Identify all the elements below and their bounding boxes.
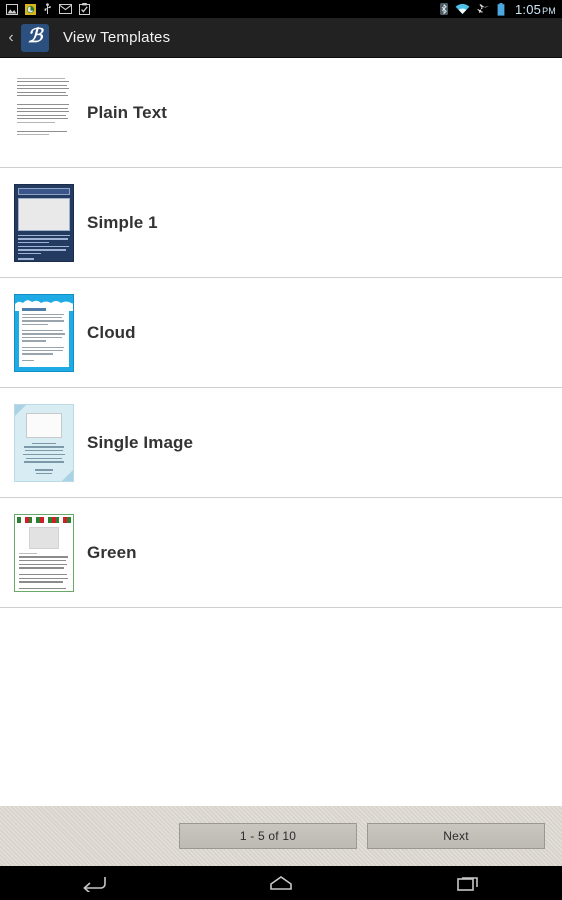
status-bar-clock: 1:05PM (515, 2, 556, 17)
next-page-button[interactable]: Next (367, 823, 545, 849)
app-logo-icon[interactable]: ℬ (21, 23, 49, 52)
pagination-footer: 1 - 5 of 10 Next (0, 806, 562, 866)
home-nav-icon (270, 876, 292, 890)
list-item[interactable]: Simple 1 (0, 168, 562, 278)
email-icon (59, 4, 72, 14)
clock-time: 1:05 (514, 1, 542, 17)
list-item-label: Single Image (87, 432, 194, 452)
cloud-thumbnail (14, 293, 74, 372)
color-stripe-band (17, 516, 72, 523)
list-item[interactable]: Green (0, 498, 562, 608)
wifi-icon (455, 3, 470, 14)
image-placeholder (26, 412, 62, 438)
airplane-mode-icon (477, 4, 490, 14)
list-item-label: Green (87, 542, 137, 562)
battery-icon (497, 2, 505, 16)
green-thumbnail (14, 513, 74, 592)
status-bar: 1:05PM (0, 0, 562, 18)
usb-icon (44, 3, 51, 14)
list-item-label: Plain Text (87, 102, 168, 122)
home-nav-button[interactable] (246, 866, 316, 900)
single-image-thumbnail (14, 403, 74, 482)
recents-nav-icon (457, 877, 479, 891)
clock-meridiem: PM (542, 5, 556, 16)
list-item[interactable]: Single Image (0, 388, 562, 498)
clipboard-icon (79, 3, 90, 15)
bluetooth-icon (439, 3, 448, 15)
plain-text-thumbnail (14, 73, 74, 152)
image-placeholder (29, 526, 59, 549)
app-bar: ‹ ℬ View Templates (0, 18, 562, 58)
page-title: View Templates (63, 29, 171, 46)
corner-decoration (15, 404, 26, 416)
templates-list: Plain Text Simple 1 Cloud Single Image G… (0, 58, 562, 806)
status-bar-left-icons (6, 3, 90, 15)
android-nav-bar (0, 866, 562, 900)
app-update-icon (25, 3, 36, 15)
screen-root: 1:05PM ‹ ℬ View Templates Plain Text Sim… (0, 0, 562, 900)
back-chevron-icon[interactable]: ‹ (3, 29, 19, 46)
back-nav-button[interactable] (59, 866, 129, 900)
recents-nav-button[interactable] (433, 866, 503, 900)
back-nav-icon (82, 877, 106, 892)
list-item-label: Simple 1 (87, 212, 158, 232)
image-icon (6, 3, 18, 15)
status-bar-right-icons: 1:05PM (439, 2, 556, 17)
page-indicator-button[interactable]: 1 - 5 of 10 (179, 823, 357, 849)
list-item-label: Cloud (87, 322, 136, 342)
list-item[interactable]: Cloud (0, 278, 562, 388)
simple-1-thumbnail (14, 183, 74, 262)
list-item[interactable]: Plain Text (0, 58, 562, 168)
